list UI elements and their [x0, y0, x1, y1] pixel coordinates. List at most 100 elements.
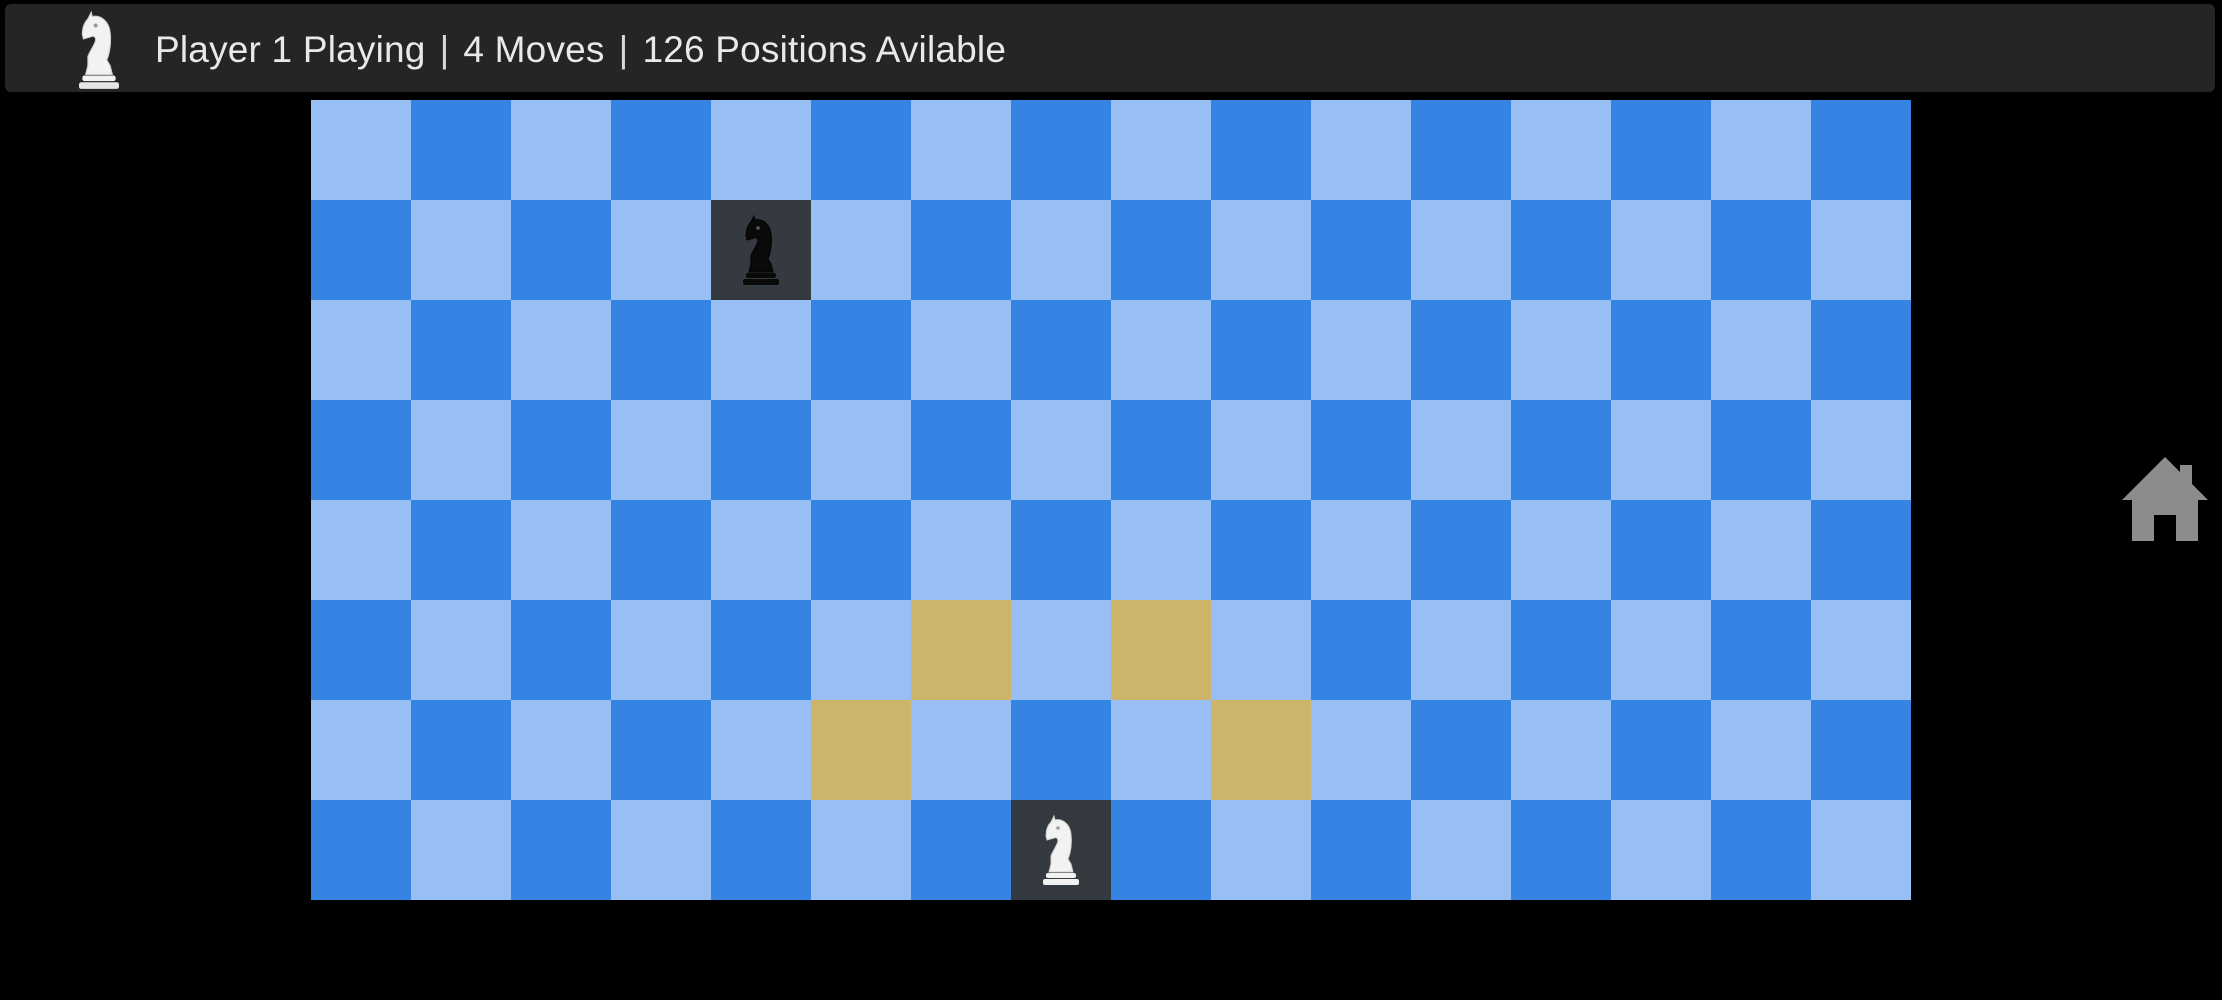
board-square[interactable] [711, 700, 811, 800]
board-square[interactable] [1011, 700, 1111, 800]
board-square[interactable] [611, 400, 711, 500]
board-square[interactable] [1111, 700, 1211, 800]
board-square[interactable] [611, 300, 711, 400]
board-square[interactable] [911, 700, 1011, 800]
board-square[interactable] [1011, 500, 1111, 600]
board-square[interactable] [1711, 600, 1811, 700]
board-square[interactable] [1111, 100, 1211, 200]
board-square[interactable] [1411, 300, 1511, 400]
board-square[interactable] [511, 400, 611, 500]
available-move-square[interactable] [811, 700, 911, 800]
board-square[interactable] [811, 600, 911, 700]
board-square[interactable] [1611, 800, 1711, 900]
board-square[interactable] [411, 100, 511, 200]
board-square[interactable] [1411, 600, 1511, 700]
home-button[interactable] [2120, 453, 2210, 545]
board-square[interactable] [811, 400, 911, 500]
board-square[interactable] [1711, 800, 1811, 900]
board-square[interactable] [1211, 200, 1311, 300]
board-square[interactable] [1411, 400, 1511, 500]
board-square[interactable] [811, 500, 911, 600]
board-square[interactable] [1411, 800, 1511, 900]
board-square[interactable] [411, 600, 511, 700]
board-square[interactable] [1711, 700, 1811, 800]
board-square[interactable] [1411, 500, 1511, 600]
board-square[interactable] [811, 300, 911, 400]
board-square[interactable] [411, 400, 511, 500]
board-square[interactable] [1211, 600, 1311, 700]
board-square[interactable] [611, 200, 711, 300]
board-square[interactable] [1411, 100, 1511, 200]
board-square[interactable] [811, 200, 911, 300]
board-square[interactable] [411, 500, 511, 600]
board-square[interactable] [1611, 100, 1711, 200]
board-square[interactable] [1211, 100, 1311, 200]
board-square[interactable] [1011, 400, 1111, 500]
board-square[interactable] [811, 800, 911, 900]
board-square[interactable] [611, 700, 711, 800]
board-square[interactable] [1611, 600, 1711, 700]
board-square[interactable] [1811, 400, 1911, 500]
board-square[interactable] [1011, 100, 1111, 200]
board-square[interactable] [611, 800, 711, 900]
board-square[interactable] [1011, 200, 1111, 300]
board-square[interactable] [711, 800, 811, 900]
board-square[interactable] [711, 400, 811, 500]
board-square[interactable] [1511, 100, 1611, 200]
board-square[interactable] [311, 700, 411, 800]
board-square[interactable] [1011, 600, 1111, 700]
board-square[interactable] [1611, 700, 1711, 800]
board-square[interactable] [1311, 800, 1411, 900]
board-square[interactable] [1711, 400, 1811, 500]
board-square[interactable] [1711, 500, 1811, 600]
board-square[interactable] [1111, 500, 1211, 600]
board-square[interactable] [1611, 300, 1711, 400]
board-square[interactable] [1511, 400, 1611, 500]
board-square[interactable] [1211, 800, 1311, 900]
board-square[interactable] [1311, 500, 1411, 600]
board-square[interactable] [311, 500, 411, 600]
board-square[interactable] [1311, 600, 1411, 700]
board-square[interactable] [711, 300, 811, 400]
board-square[interactable] [611, 600, 711, 700]
board-square[interactable] [1611, 400, 1711, 500]
board-square[interactable] [1511, 500, 1611, 600]
board-square[interactable] [1811, 300, 1911, 400]
board-square[interactable] [1111, 300, 1211, 400]
board-square[interactable] [1511, 800, 1611, 900]
board-square[interactable] [711, 500, 811, 600]
board-square[interactable] [1211, 400, 1311, 500]
board-square[interactable] [311, 400, 411, 500]
board-square[interactable] [911, 300, 1011, 400]
board-square[interactable] [1311, 200, 1411, 300]
black-knight-square[interactable] [711, 200, 811, 300]
board-square[interactable] [411, 300, 511, 400]
board-square[interactable] [311, 600, 411, 700]
board-square[interactable] [1811, 600, 1911, 700]
available-move-square[interactable] [1211, 700, 1311, 800]
board-square[interactable] [511, 600, 611, 700]
board-square[interactable] [511, 800, 611, 900]
board-square[interactable] [611, 100, 711, 200]
board-square[interactable] [611, 500, 711, 600]
board-square[interactable] [1811, 200, 1911, 300]
board-square[interactable] [1111, 200, 1211, 300]
board-square[interactable] [411, 200, 511, 300]
board-square[interactable] [1511, 600, 1611, 700]
board-square[interactable] [911, 400, 1011, 500]
board-square[interactable] [1811, 100, 1911, 200]
available-move-square[interactable] [1111, 600, 1211, 700]
board-square[interactable] [311, 100, 411, 200]
board-square[interactable] [411, 700, 511, 800]
board-square[interactable] [1311, 300, 1411, 400]
board-square[interactable] [811, 100, 911, 200]
board-square[interactable] [1811, 800, 1911, 900]
board-square[interactable] [1711, 200, 1811, 300]
board-square[interactable] [1211, 300, 1311, 400]
board-square[interactable] [1111, 800, 1211, 900]
board-square[interactable] [311, 300, 411, 400]
board-square[interactable] [1211, 500, 1311, 600]
board-square[interactable] [711, 600, 811, 700]
board-square[interactable] [1111, 400, 1211, 500]
board-square[interactable] [411, 800, 511, 900]
